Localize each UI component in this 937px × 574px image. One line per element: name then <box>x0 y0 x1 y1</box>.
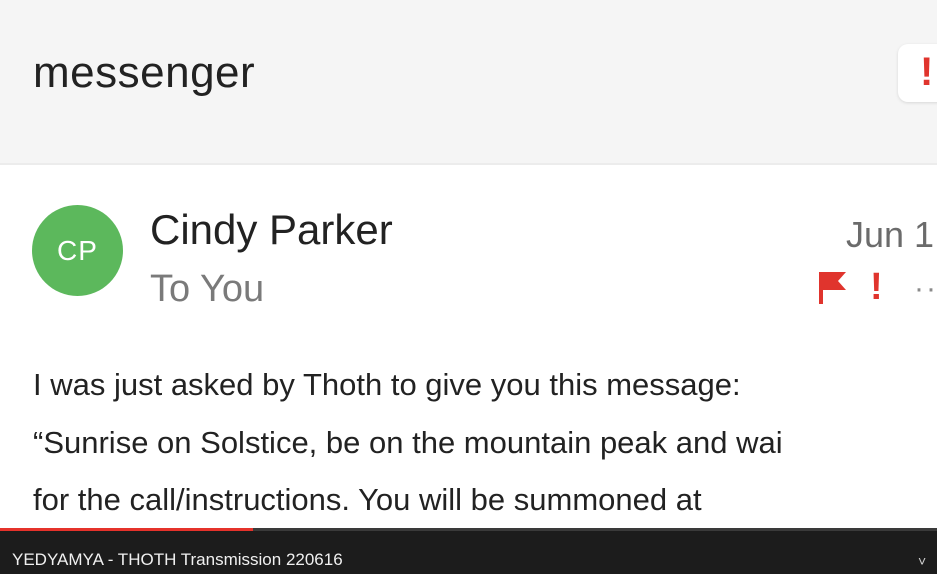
video-title: YEDYAMYA - THOTH Transmission 220616 <box>12 550 343 569</box>
app-header: messenger ! <box>0 0 937 165</box>
message-date: Jun 1 <box>846 214 935 255</box>
message-body-line: for the call/instructions. You will be s… <box>33 482 702 517</box>
video-title-bar: YEDYAMYA - THOTH Transmission 220616 ˅ <box>0 531 937 574</box>
app-title: messenger <box>33 48 256 97</box>
chevron-down-icon[interactable]: ˅ <box>918 553 926 569</box>
exclamation-icon: ! <box>920 50 934 94</box>
more-options-icon[interactable]: ·· <box>914 272 937 306</box>
message-body-line: “Sunrise on Solstice, be on the mountain… <box>33 425 783 460</box>
message-body-line: I was just asked by Thoth to give you th… <box>33 367 741 402</box>
sender-name[interactable]: Cindy Parker <box>150 206 393 254</box>
avatar-initials: CP <box>57 234 98 266</box>
avatar: CP <box>32 205 123 296</box>
screen: messenger ! CP Cindy Parker To You Jun 1… <box>0 0 937 574</box>
recipient-label: To You <box>150 268 265 310</box>
important-filter-button[interactable]: ! <box>898 44 937 102</box>
important-icon[interactable]: ! <box>870 266 883 309</box>
flag-icon[interactable] <box>818 270 848 304</box>
